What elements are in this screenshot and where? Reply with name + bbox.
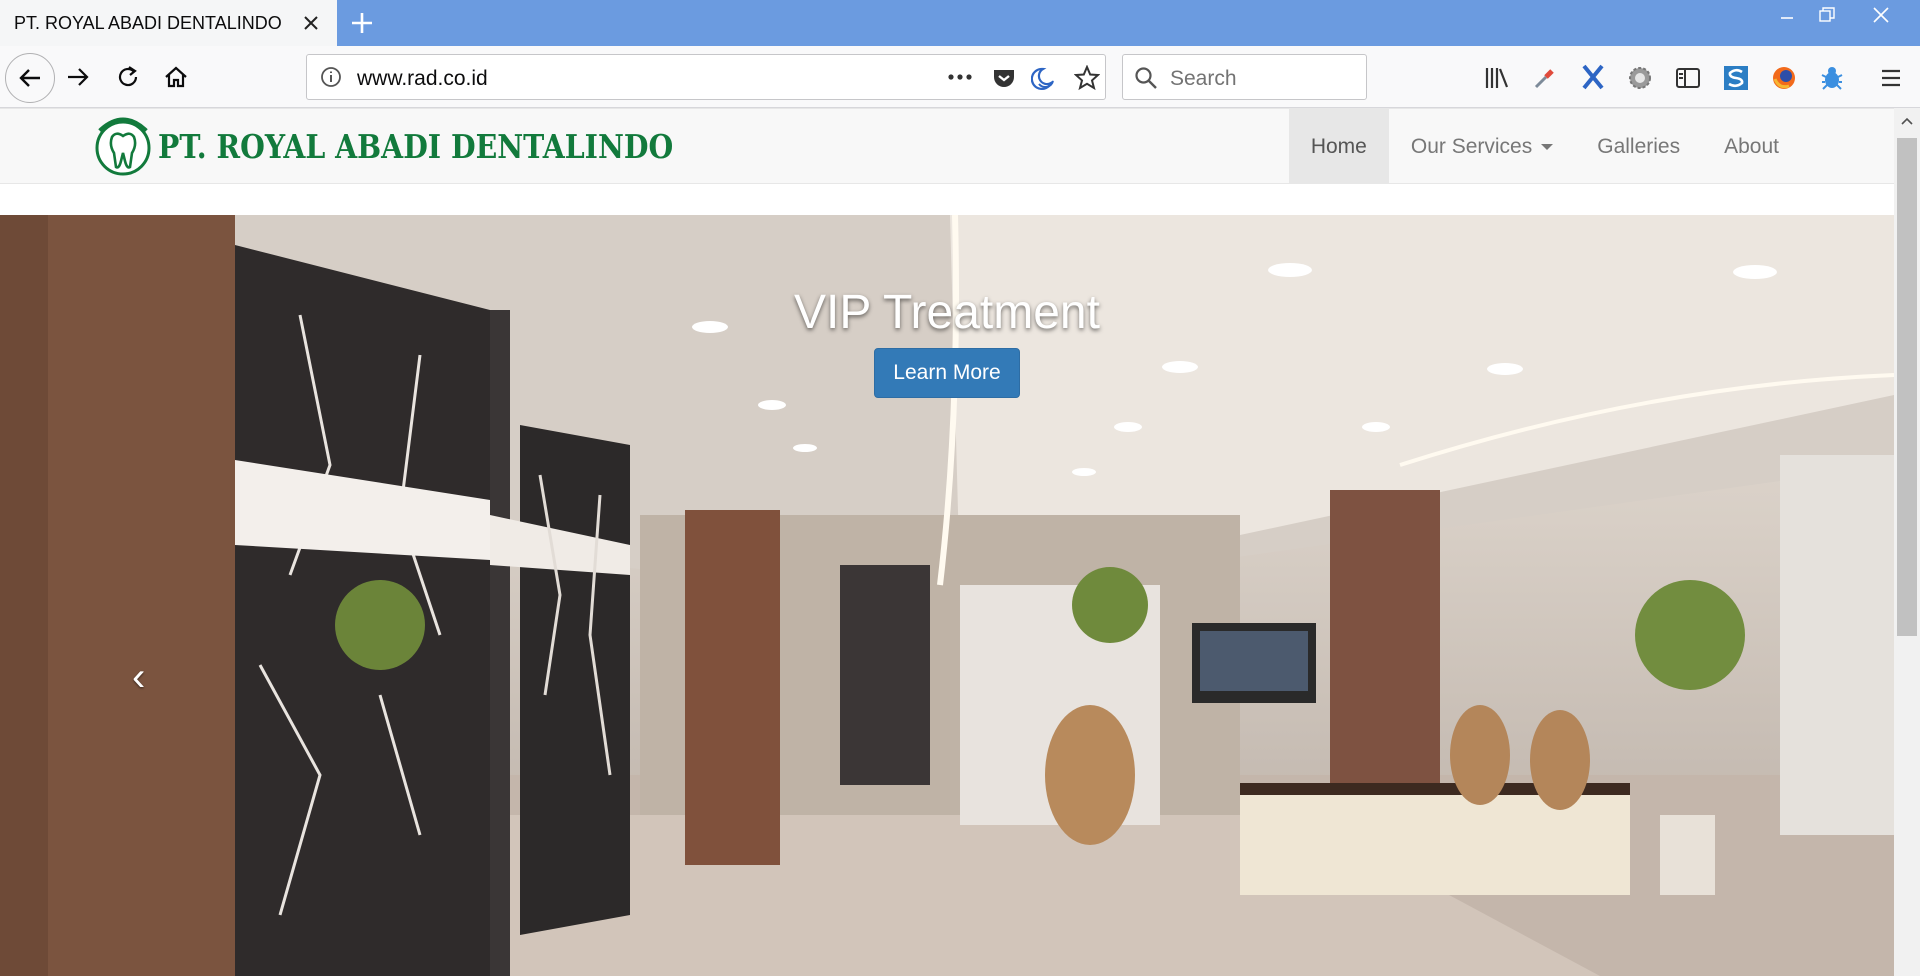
firefox-icon[interactable] <box>1769 63 1799 93</box>
new-tab-button[interactable] <box>345 6 379 40</box>
carousel-prev-icon[interactable]: ‹ <box>132 655 145 700</box>
menu-icon[interactable] <box>1876 63 1906 93</box>
restore-icon[interactable] <box>1804 0 1850 30</box>
carousel-title: VIP Treatment <box>794 286 1100 339</box>
gear-extension-icon[interactable] <box>1625 63 1655 93</box>
nav-our-services[interactable]: Our Services <box>1389 109 1575 184</box>
nav-home[interactable]: Home <box>1288 109 1389 184</box>
site-navbar: PT. ROYAL ABADI DENTALINDO Home Our Serv… <box>0 108 1894 184</box>
browser-tab[interactable]: PT. ROYAL ABADI DENTALINDO <box>0 0 337 46</box>
pocket-icon[interactable] <box>991 65 1017 91</box>
nav-galleries-label: Galleries <box>1597 134 1681 158</box>
search-icon <box>1134 66 1158 90</box>
web-page: PT. ROYAL ABADI DENTALINDO Home Our Serv… <box>0 108 1894 976</box>
tooth-logo-icon <box>95 117 151 176</box>
home-icon[interactable] <box>160 61 192 93</box>
bookmark-star-icon[interactable] <box>1073 64 1101 92</box>
url-bar[interactable]: www.rad.co.id <box>306 54 1106 100</box>
search-placeholder: Search <box>1170 67 1237 90</box>
s-extension-icon[interactable] <box>1721 63 1751 93</box>
bug-extension-icon[interactable] <box>1817 63 1847 93</box>
search-bar[interactable]: Search <box>1122 54 1367 100</box>
nav-about[interactable]: About <box>1702 109 1801 184</box>
navigation-toolbar: www.rad.co.id Search <box>0 46 1920 108</box>
tab-bar: PT. ROYAL ABADI DENTALINDO <box>0 0 1920 46</box>
vertical-scrollbar[interactable] <box>1894 108 1920 976</box>
main-nav: Home Our Services Galleries About <box>1288 109 1801 184</box>
x-extension-icon[interactable] <box>1578 61 1608 93</box>
sidebar-icon[interactable] <box>1673 63 1703 93</box>
nav-our-services-label: Our Services <box>1410 134 1533 158</box>
brand-name: PT. ROYAL ABADI DENTALINDO <box>158 126 674 166</box>
learn-more-button[interactable]: Learn More <box>874 348 1020 398</box>
page-actions-icon[interactable] <box>945 65 975 89</box>
scroll-thumb[interactable] <box>1897 138 1917 636</box>
close-icon[interactable] <box>299 11 323 35</box>
scroll-up-icon[interactable] <box>1894 108 1920 134</box>
reload-icon[interactable] <box>112 61 144 93</box>
nav-about-label: About <box>1724 134 1779 158</box>
window-close-icon[interactable] <box>1858 0 1904 30</box>
url-text: www.rad.co.id <box>357 67 488 90</box>
brand-logo[interactable]: PT. ROYAL ABADI DENTALINDO <box>94 111 757 181</box>
nav-galleries[interactable]: Galleries <box>1575 109 1702 184</box>
hero-carousel[interactable]: VIP Treatment Learn More ‹ <box>0 215 1894 976</box>
forward-icon[interactable] <box>62 61 94 93</box>
moon-icon[interactable] <box>1031 65 1057 91</box>
tab-title: PT. ROYAL ABADI DENTALINDO <box>14 12 282 33</box>
info-icon[interactable] <box>319 65 343 89</box>
caret-down-icon <box>1541 143 1554 150</box>
back-icon[interactable] <box>5 53 55 103</box>
eyedropper-icon[interactable] <box>1530 63 1560 93</box>
library-icon[interactable] <box>1482 63 1512 93</box>
nav-home-label: Home <box>1310 134 1367 158</box>
